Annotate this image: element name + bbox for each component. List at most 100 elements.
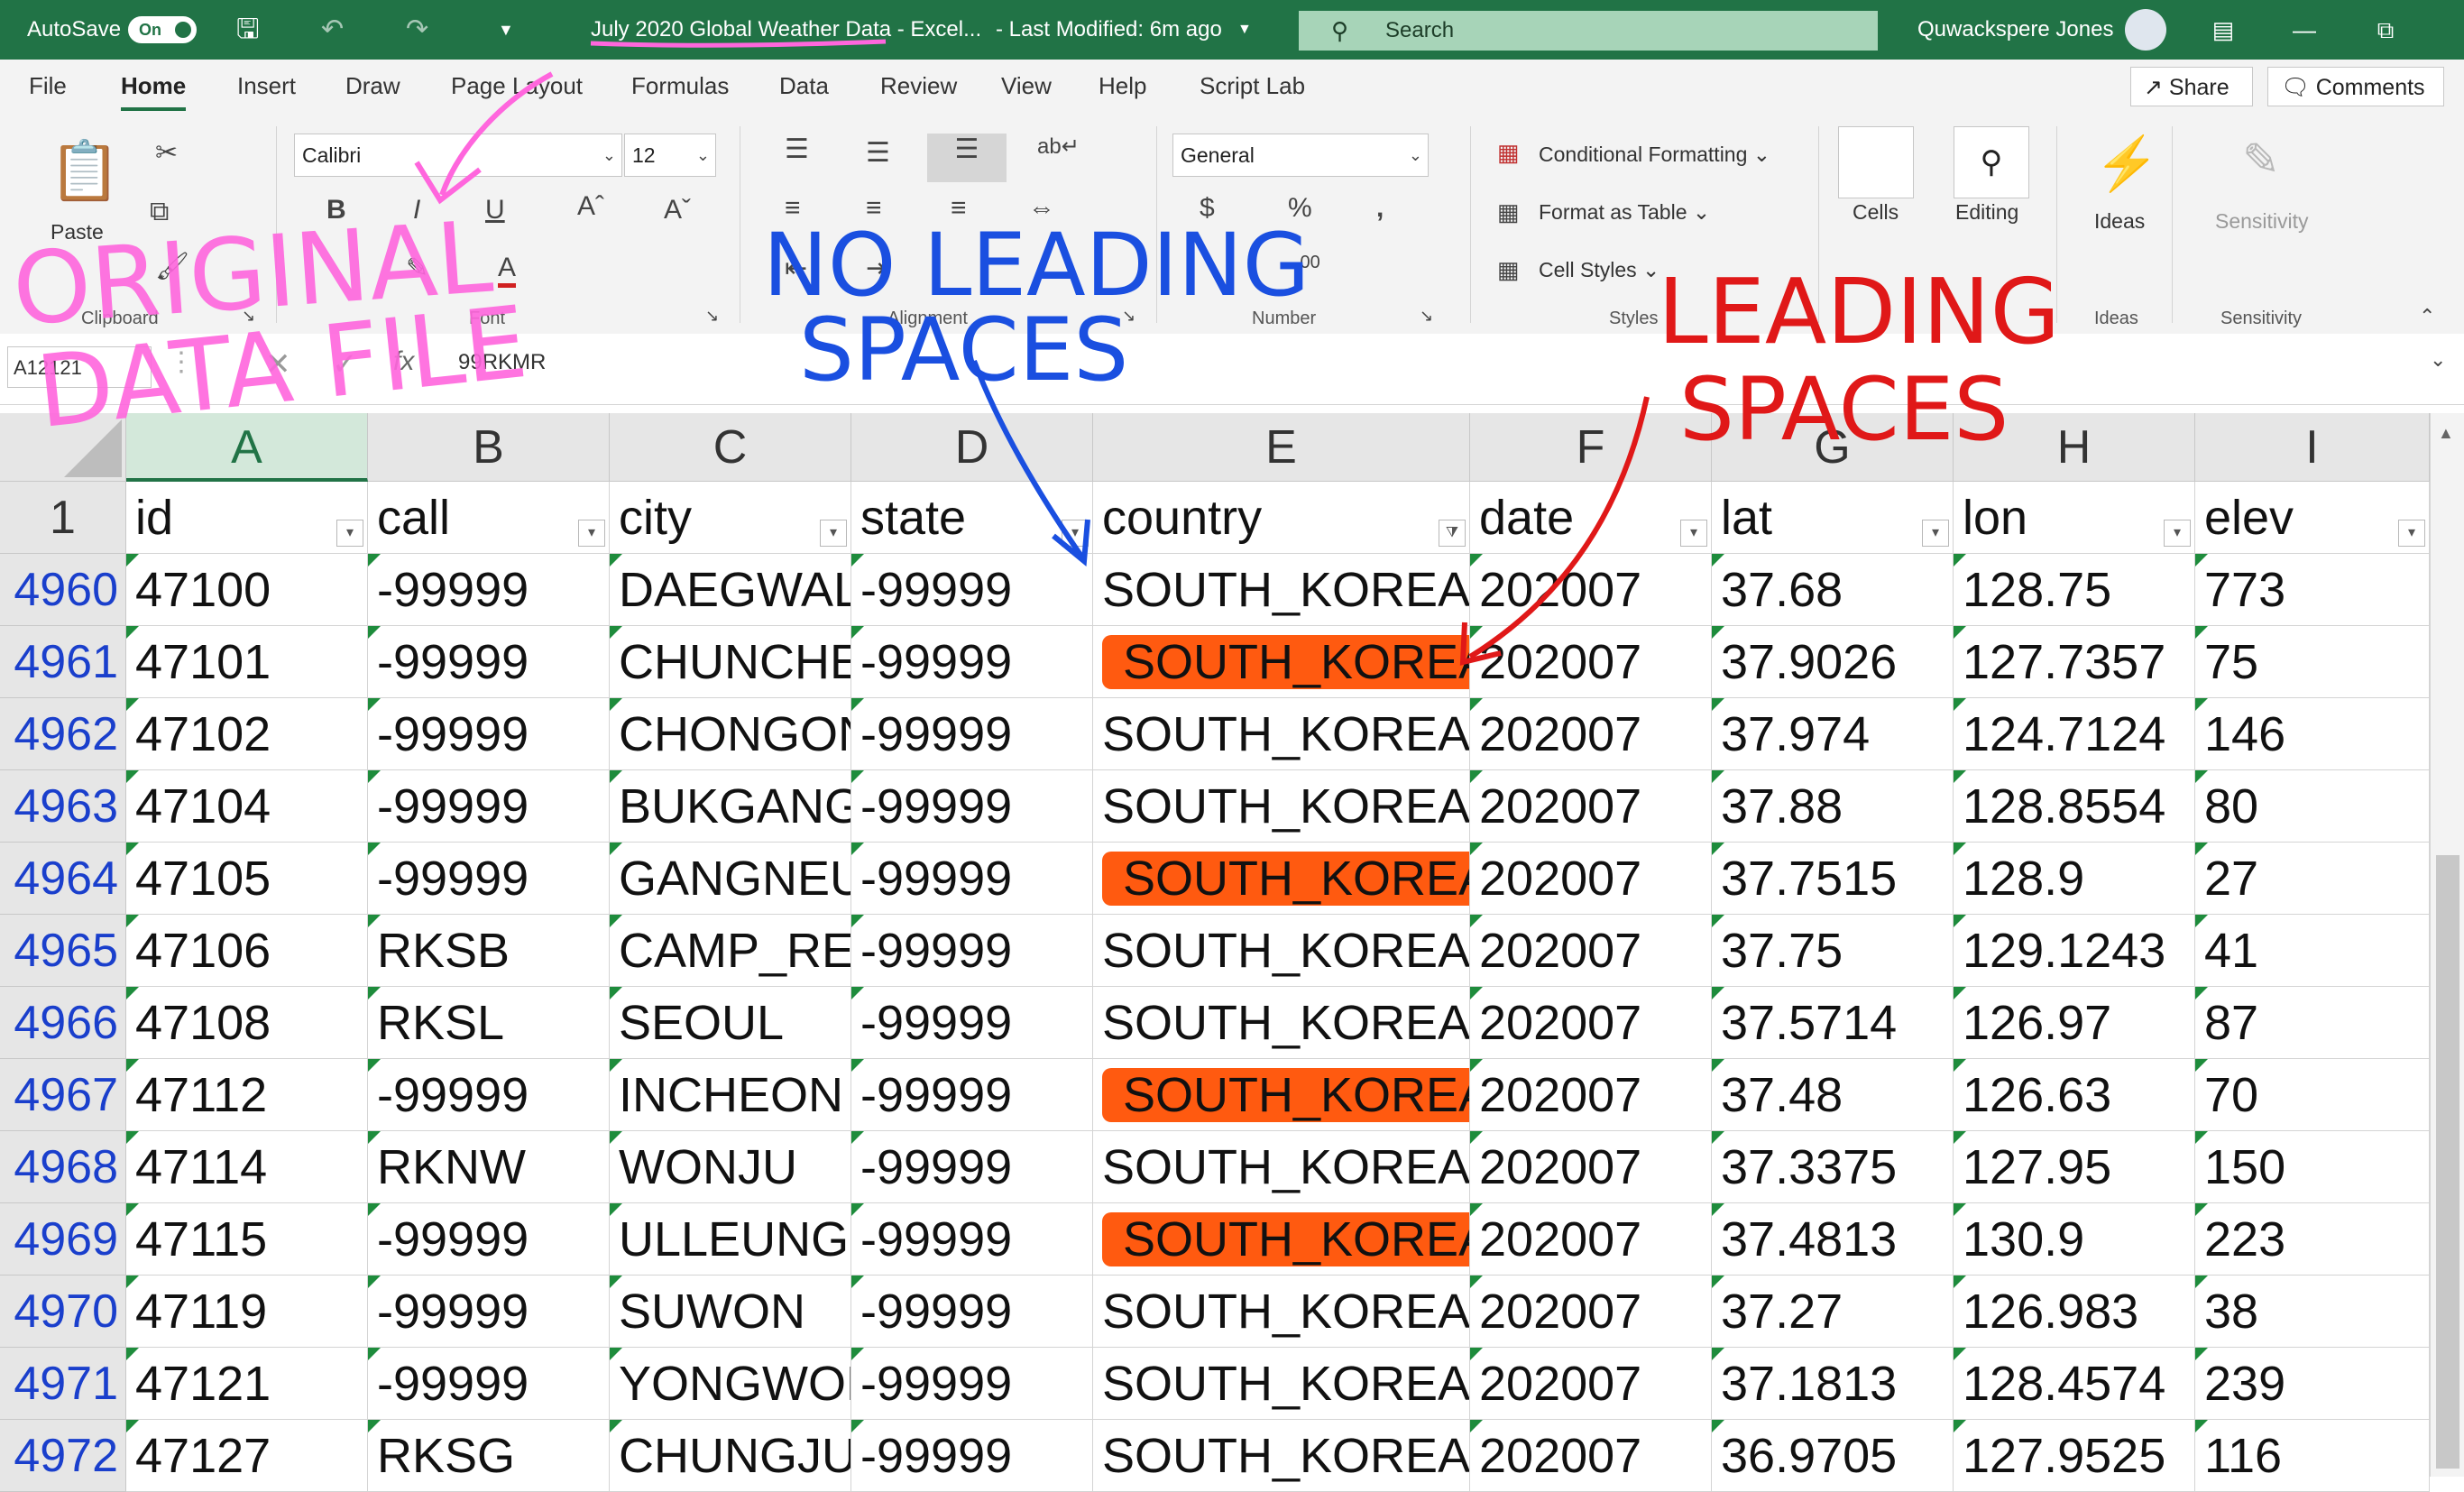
filter-dropdown-icon[interactable]: ▾ [2398, 520, 2425, 547]
table-cell[interactable]: 239 [2195, 1348, 2430, 1420]
table-cell[interactable]: 202007 [1470, 1059, 1712, 1131]
table-cell[interactable]: -99999 [368, 554, 610, 626]
editing-button[interactable]: Editing [1955, 200, 2018, 225]
table-cell[interactable]: SOUTH_KOREA [1093, 1059, 1470, 1131]
table-cell[interactable]: 127.95 [1954, 1131, 2195, 1203]
header-cell[interactable]: date ▾ [1470, 482, 1712, 554]
table-cell[interactable]: CHUNCHE( [610, 626, 851, 698]
row-header[interactable]: 4972 [0, 1420, 126, 1492]
table-cell[interactable]: CHUNGJU [610, 1420, 851, 1492]
row-header[interactable]: 4969 [0, 1203, 126, 1276]
column-header-d[interactable]: D [851, 413, 1093, 482]
table-cell[interactable]: 202007 [1470, 1348, 1712, 1420]
scroll-thumb[interactable] [2436, 855, 2459, 1469]
table-cell[interactable]: 37.88 [1712, 770, 1954, 843]
ribbon-display-icon[interactable]: ▤ [2183, 0, 2264, 60]
table-cell[interactable]: 202007 [1470, 626, 1712, 698]
table-cell[interactable]: SOUTH_KOREA [1093, 915, 1470, 987]
row-header[interactable]: 4964 [0, 843, 126, 915]
collapse-ribbon-icon[interactable]: ⌃ [2419, 305, 2435, 328]
table-cell[interactable]: SOUTH_KOREA [1093, 1420, 1470, 1492]
tab-file[interactable]: File [29, 72, 67, 100]
header-cell[interactable]: call ▾ [368, 482, 610, 554]
table-cell[interactable]: CAMP_REI [610, 915, 851, 987]
table-cell[interactable]: SOUTH_KOREA [1093, 1348, 1470, 1420]
tab-view[interactable]: View [1001, 72, 1052, 100]
table-cell[interactable]: 47101 [126, 626, 368, 698]
row-header[interactable]: 4970 [0, 1276, 126, 1348]
row-header[interactable]: 4961 [0, 626, 126, 698]
table-cell[interactable]: -99999 [851, 1059, 1093, 1131]
table-cell[interactable]: 128.75 [1954, 554, 2195, 626]
header-cell[interactable]: lat ▾ [1712, 482, 1954, 554]
table-cell[interactable]: 129.1243 [1954, 915, 2195, 987]
table-cell[interactable]: GANGNEU [610, 843, 851, 915]
tab-insert[interactable]: Insert [237, 72, 296, 100]
table-cell[interactable]: 146 [2195, 698, 2430, 770]
table-cell[interactable]: SOUTH_KOREA [1093, 626, 1470, 698]
redo-icon[interactable]: ↷ [406, 0, 428, 60]
table-cell[interactable]: 47102 [126, 698, 368, 770]
table-cell[interactable]: 47112 [126, 1059, 368, 1131]
increase-font-icon[interactable]: Aˆ [577, 191, 604, 222]
filter-dropdown-icon[interactable]: ▾ [1922, 520, 1949, 547]
tab-data[interactable]: Data [779, 72, 829, 100]
table-cell[interactable]: 47104 [126, 770, 368, 843]
expand-formula-icon[interactable]: ⌄ [2430, 348, 2446, 372]
font-name-combo[interactable]: Calibri ⌄ [294, 134, 622, 177]
table-cell[interactable]: -99999 [851, 1420, 1093, 1492]
table-cell[interactable]: -99999 [368, 698, 610, 770]
table-cell[interactable]: -99999 [851, 843, 1093, 915]
cut-icon[interactable]: ✂ [155, 137, 178, 169]
table-cell[interactable]: 37.68 [1712, 554, 1954, 626]
table-cell[interactable]: SOUTH_KOREA [1093, 554, 1470, 626]
share-button[interactable]: ↗ Share [2130, 67, 2253, 106]
table-cell[interactable]: 37.1813 [1712, 1348, 1954, 1420]
table-cell[interactable]: -99999 [851, 698, 1093, 770]
table-cell[interactable]: 37.48 [1712, 1059, 1954, 1131]
restore-icon[interactable]: ⧉ [2345, 0, 2426, 60]
row-header[interactable]: 4971 [0, 1348, 126, 1420]
table-cell[interactable]: 37.27 [1712, 1276, 1954, 1348]
table-cell[interactable]: -99999 [368, 626, 610, 698]
table-cell[interactable]: 202007 [1470, 770, 1712, 843]
table-cell[interactable]: 202007 [1470, 1276, 1712, 1348]
column-header-i[interactable]: I [2195, 413, 2430, 482]
table-cell[interactable]: 37.974 [1712, 698, 1954, 770]
cell-styles-button[interactable]: Cell Styles ⌄ [1539, 258, 1660, 282]
save-icon[interactable]: 🖫 [236, 0, 260, 60]
table-cell[interactable]: 80 [2195, 770, 2430, 843]
table-cell[interactable]: WONJU [610, 1131, 851, 1203]
last-modified[interactable]: - Last Modified: 6m ago [996, 0, 1222, 60]
table-cell[interactable]: 47108 [126, 987, 368, 1059]
table-cell[interactable]: 773 [2195, 554, 2430, 626]
filter-dropdown-icon[interactable]: ▾ [1680, 520, 1707, 547]
tab-home[interactable]: Home [121, 72, 187, 111]
table-cell[interactable]: DAEGWAL [610, 554, 851, 626]
table-cell[interactable]: 128.9 [1954, 843, 2195, 915]
table-cell[interactable]: -99999 [368, 1276, 610, 1348]
scroll-up-icon[interactable]: ▲ [2438, 424, 2454, 443]
table-cell[interactable]: 126.97 [1954, 987, 2195, 1059]
vertical-scrollbar[interactable]: ▲ [2430, 413, 2464, 1477]
table-cell[interactable]: 202007 [1470, 987, 1712, 1059]
tab-help[interactable]: Help [1099, 72, 1146, 100]
header-cell[interactable]: id ▾ [126, 482, 368, 554]
table-cell[interactable]: RKNW [368, 1131, 610, 1203]
column-header-b[interactable]: B [368, 413, 610, 482]
table-cell[interactable]: 202007 [1470, 554, 1712, 626]
table-cell[interactable]: 47127 [126, 1420, 368, 1492]
tab-review[interactable]: Review [880, 72, 957, 100]
table-cell[interactable]: 116 [2195, 1420, 2430, 1492]
table-cell[interactable]: 47114 [126, 1131, 368, 1203]
undo-icon[interactable]: ↶ [321, 0, 344, 60]
cells-icon[interactable] [1838, 126, 1914, 198]
filter-dropdown-icon[interactable]: ▾ [2164, 520, 2191, 547]
table-cell[interactable]: SUWON [610, 1276, 851, 1348]
filter-dropdown-icon[interactable]: ▾ [336, 520, 363, 547]
document-title[interactable]: July 2020 Global Weather Data - Excel... [591, 0, 981, 60]
comma-style-icon[interactable]: , [1376, 193, 1384, 224]
table-cell[interactable]: -99999 [851, 1276, 1093, 1348]
font-launcher-icon[interactable]: ↘ [705, 307, 719, 326]
table-cell[interactable]: RKSG [368, 1420, 610, 1492]
